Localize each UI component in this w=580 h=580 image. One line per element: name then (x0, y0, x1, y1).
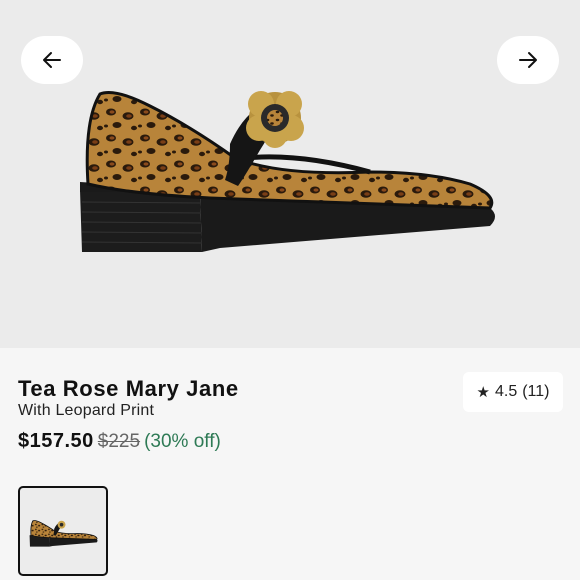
rating-badge[interactable]: ★ 4.5 (11) (463, 372, 563, 412)
discount-label: (30% off) (144, 431, 221, 452)
product-image-carousel[interactable] (0, 0, 580, 348)
product-title: Tea Rose Mary Jane (18, 376, 239, 401)
star-icon: ★ (476, 384, 490, 401)
sale-price: $157.50 (18, 430, 94, 452)
original-price: $225 (97, 431, 141, 452)
rating-count: (11) (522, 383, 550, 400)
thumbnail-selected[interactable] (18, 486, 108, 576)
next-image-button[interactable] (497, 36, 559, 84)
arrow-left-icon (43, 52, 61, 68)
previous-image-button[interactable] (21, 36, 83, 84)
arrow-right-icon (519, 52, 537, 68)
product-subtitle: With Leopard Print (18, 402, 155, 419)
product-image (80, 91, 495, 252)
price-row: $157.50 $225 (30% off) (18, 430, 221, 453)
rating-value: 4.5 (494, 383, 518, 400)
product-info: Tea Rose Mary Jane With Leopard Print $1… (0, 348, 580, 580)
thumbnail-image (29, 520, 98, 547)
